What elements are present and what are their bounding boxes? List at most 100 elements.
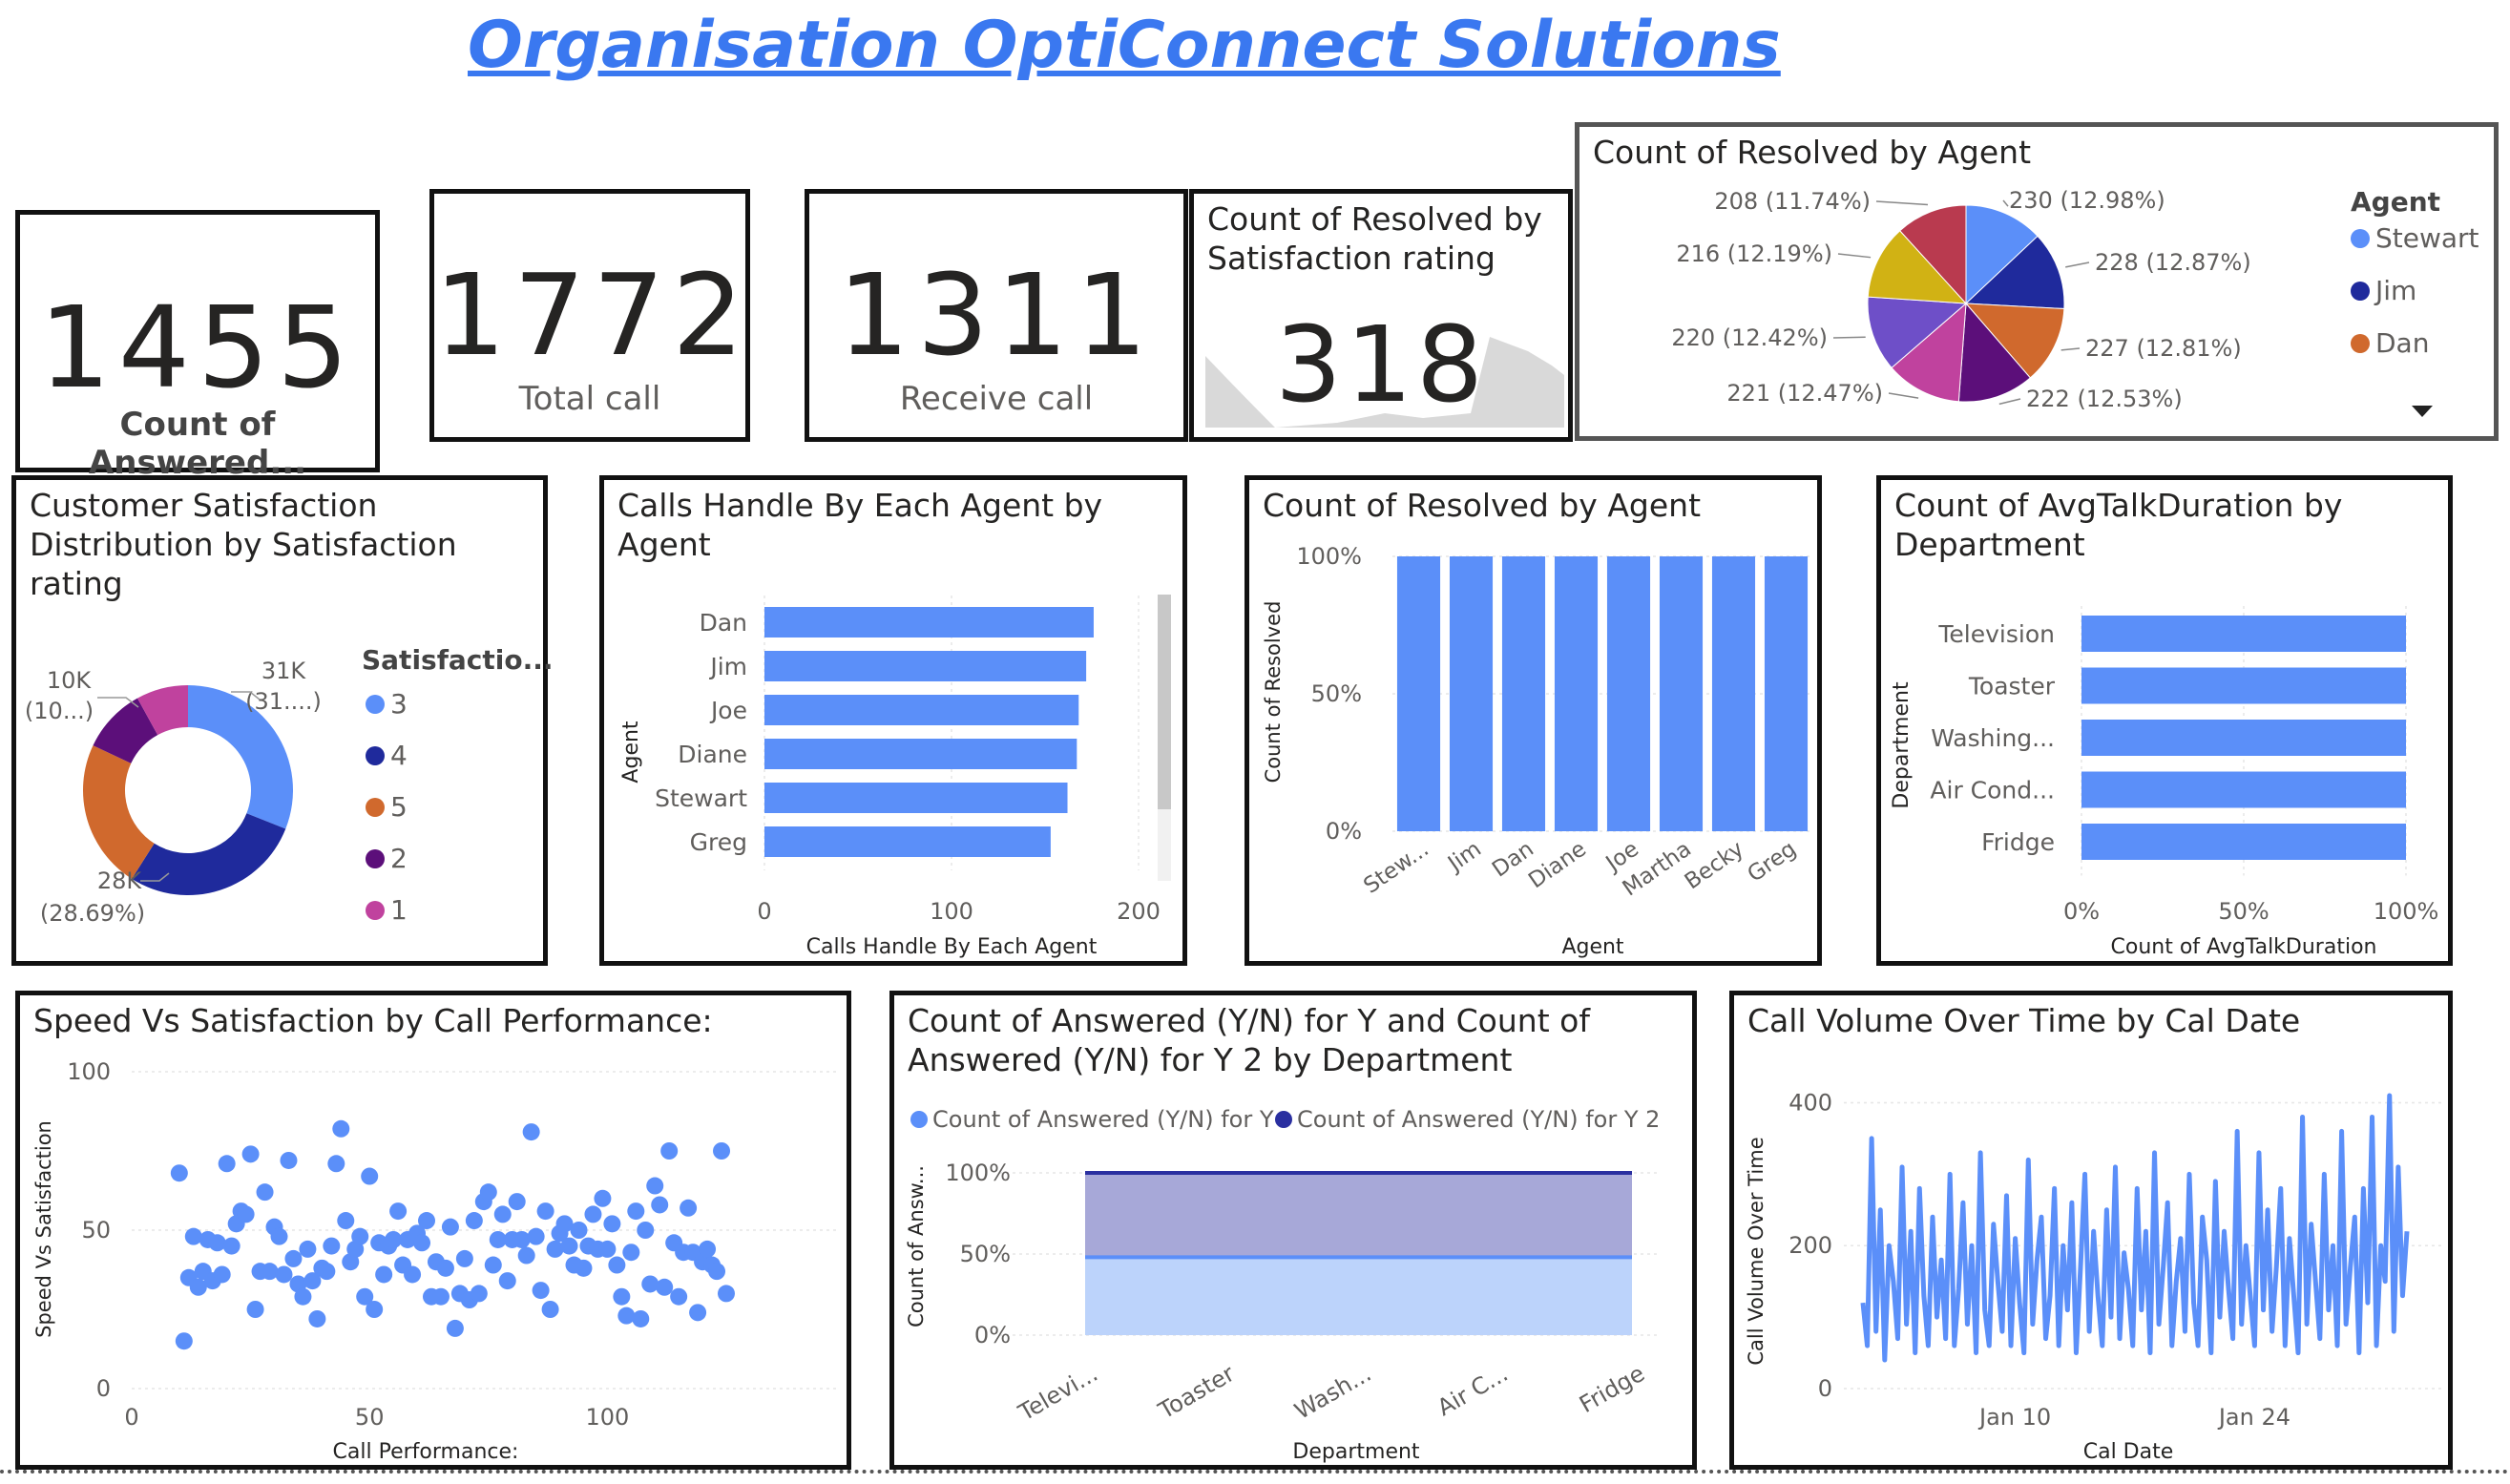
scatter-point	[660, 1142, 679, 1160]
hbar-chart: 0% 50% 100% Television Toaster Washing... Air …	[1890, 606, 2439, 959]
scatter-point	[184, 1227, 202, 1245]
bar-calls-handled[interactable]: Calls Handle By Each Agent by Agent 0 100…	[599, 475, 1187, 966]
scatter-point	[299, 1240, 317, 1258]
scatter-point	[517, 1246, 535, 1265]
scrollbar-thumb[interactable]	[1158, 595, 1171, 809]
x-axis-title: Count of AvgTalkDuration	[2111, 935, 2377, 959]
slice-label: 227 (12.81%)	[2085, 335, 2242, 362]
legend-item[interactable]: 1	[366, 894, 408, 926]
kpi-card-receive-call[interactable]: 1311 Receive call	[805, 189, 1188, 442]
x-tick-label: Toaster	[1153, 1360, 1239, 1425]
page-title: Organisation OptiConnect Solutions	[468, 8, 1781, 83]
leader-line	[1832, 336, 1866, 339]
scatter-point	[484, 1256, 502, 1274]
y-tick-label: 100%	[1296, 543, 1362, 570]
bar	[2081, 720, 2406, 756]
line-chart: 400 200 0 Jan 10 Jan 24 Cal Date Call Volume O…	[1745, 1089, 2445, 1464]
legend-title: Satisfactio...	[362, 644, 554, 676]
leader-line	[2060, 347, 2081, 351]
scatter-point	[512, 1230, 531, 1248]
slice-label: 220 (12.42%)	[1671, 324, 1828, 351]
legend-label: Count of Answered (Y/N) for Y	[932, 1106, 1274, 1133]
scatter-point	[718, 1285, 735, 1303]
slice-label: (28.69%)	[40, 900, 145, 927]
scatter-point	[175, 1332, 193, 1350]
scatter-point	[270, 1227, 288, 1245]
chevron-down-icon[interactable]	[2412, 406, 2433, 417]
x-axis-title: Call Performance:	[333, 1440, 519, 1464]
scatter-point	[375, 1265, 393, 1284]
y-tick-label: 200	[1788, 1232, 1832, 1259]
scatter-point	[637, 1222, 655, 1239]
legend-item[interactable]: 4	[366, 740, 408, 771]
legend-dot	[910, 1111, 928, 1128]
y-tick-label: 100	[67, 1058, 111, 1085]
legend-item[interactable]: 3	[366, 688, 408, 720]
y-tick-label: 50%	[1311, 680, 1362, 707]
scatter-chart: 100 50 00 50 100 Call Performance: Speed Vs Sa…	[32, 1058, 836, 1464]
page-divider	[0, 1470, 2510, 1474]
bar	[1449, 556, 1494, 831]
kpi-card-total-call[interactable]: 1772 Total call	[429, 189, 750, 442]
scatter-point	[646, 1177, 664, 1195]
legend-item[interactable]: Dan	[2351, 327, 2429, 359]
y-tick-label: 50%	[960, 1241, 1011, 1267]
y-tick-label: Television	[1937, 620, 2055, 648]
bar	[1764, 556, 1809, 831]
legend-item[interactable]: 5	[366, 791, 408, 823]
x-tick-label: Stew...	[1359, 837, 1433, 899]
leader-line	[1837, 253, 1872, 259]
kpi-card-resolved-satisfaction[interactable]: Count of Resolved by Satisfaction rating…	[1189, 189, 1573, 442]
y-tick-label: Stewart	[655, 784, 747, 812]
bar	[764, 651, 1087, 681]
legend-item[interactable]: Jim	[2351, 275, 2416, 306]
y-axis-title: Department	[1890, 681, 1914, 809]
leader-line	[1998, 398, 2021, 406]
column-chart: 100%50%0%Stew... Jim DanDiane JoeMarthaBeck…	[1262, 543, 1812, 959]
scatter-point	[708, 1263, 726, 1281]
scatter-point	[493, 1205, 512, 1223]
bar-avgtalk-by-department[interactable]: Count of AvgTalkDuration by Department 0…	[1876, 475, 2453, 966]
scatter-point	[536, 1202, 554, 1221]
y-tick-label: Dan	[700, 609, 747, 637]
legend-item[interactable]: Stewart	[2351, 222, 2479, 254]
scatter-point	[337, 1212, 355, 1230]
legend-item[interactable]: 2	[366, 843, 408, 874]
slice-label: 221 (12.47%)	[1726, 380, 1883, 407]
line-call-volume[interactable]: Call Volume Over Time by Cal Date 400 200…	[1729, 991, 2453, 1470]
leader-line	[2065, 261, 2090, 268]
slice-label: 228 (12.87%)	[2095, 249, 2251, 276]
area-answered-by-department[interactable]: Count of Answered (Y/N) for Y and Count …	[889, 991, 1697, 1470]
scatter-point	[280, 1151, 298, 1169]
scatter-point	[632, 1309, 650, 1327]
scatter-point	[361, 1167, 379, 1185]
scatter-point	[389, 1202, 408, 1221]
column-resolved-by-agent[interactable]: Count of Resolved by Agent 100% 50% 0% Stew…	[1245, 475, 1822, 966]
legend-dot	[366, 694, 385, 714]
area-chart: 100% 50% 0%Televi... Toaster Wash... Air C...…	[905, 1106, 1660, 1464]
donut-chart: 31K (31....) 10K (10...) 28K (28.69%)	[25, 658, 322, 927]
kpi-card-answered[interactable]: 1455 Count of Answered...	[15, 210, 380, 482]
donut-satisfaction[interactable]: Customer Satisfaction Distribution by Sa…	[11, 475, 554, 966]
y-axis-title: Agent	[619, 721, 643, 783]
slice-label: 31K	[261, 658, 307, 684]
x-tick-label: 100	[585, 1404, 629, 1431]
legend-dot	[366, 797, 385, 817]
y-tick-label: Air Cond...	[1930, 777, 2055, 805]
scatter-point	[699, 1240, 717, 1258]
kpi-label: Total call	[518, 380, 661, 418]
slice-label: 208 (11.74%)	[1714, 188, 1871, 215]
scatter-point	[332, 1119, 350, 1138]
scatter-speed-vs-satisfaction[interactable]: Speed Vs Satisfaction by Call Performanc…	[15, 991, 851, 1470]
slice-label: (31....)	[245, 688, 322, 715]
pie-resolved-by-agent[interactable]: Count of Resolved by Agent 230 (12.98%) 2…	[1575, 122, 2499, 441]
slice-label: 222 (12.53%)	[2026, 386, 2183, 412]
scatter-point	[594, 1189, 612, 1207]
kpi-value: 1455	[38, 282, 357, 413]
scrollbar[interactable]	[1158, 595, 1171, 881]
x-tick-label: 100%	[2374, 898, 2439, 925]
x-tick-label: Jan 10	[1977, 1404, 2051, 1431]
bar	[2081, 771, 2406, 808]
card-title: Count of Resolved by Satisfaction rating	[1207, 200, 1542, 277]
scatter-point	[608, 1256, 626, 1274]
